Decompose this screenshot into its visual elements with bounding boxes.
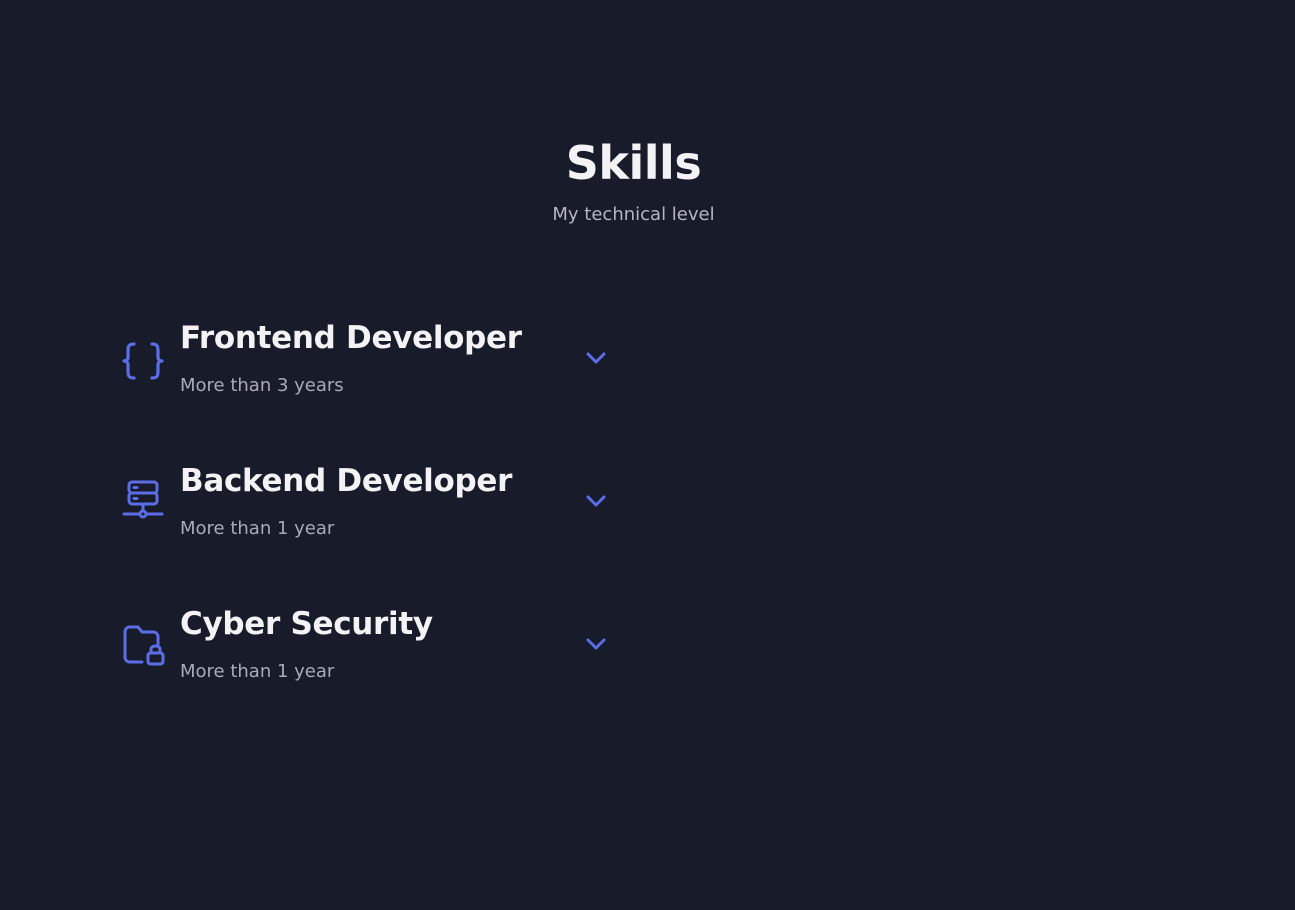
chevron-down-icon[interactable] — [582, 630, 610, 658]
skill-item-backend[interactable]: Backend Developer More than 1 year — [118, 461, 618, 561]
skill-item-frontend[interactable]: Frontend Developer More than 3 years — [118, 318, 618, 418]
folder-lock-icon — [120, 624, 166, 670]
server-icon — [120, 479, 166, 525]
skill-title: Backend Developer — [180, 463, 513, 499]
section-subtitle: My technical level — [552, 204, 715, 225]
braces-icon — [120, 338, 166, 384]
skill-subtitle: More than 1 year — [180, 661, 335, 682]
skill-subtitle: More than 3 years — [180, 375, 344, 396]
skill-title: Frontend Developer — [180, 320, 522, 356]
skill-title: Cyber Security — [180, 606, 433, 642]
skill-subtitle: More than 1 year — [180, 518, 335, 539]
chevron-down-icon[interactable] — [582, 487, 610, 515]
section-title: Skills — [565, 136, 702, 190]
chevron-down-icon[interactable] — [582, 344, 610, 372]
skill-item-cyber-security[interactable]: Cyber Security More than 1 year — [118, 604, 618, 704]
